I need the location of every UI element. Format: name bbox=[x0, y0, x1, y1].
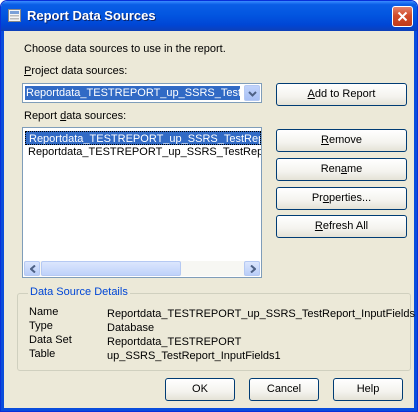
button-text: Ren bbox=[320, 163, 341, 175]
label-part: roject data sources: bbox=[31, 65, 128, 77]
project-sources-selected: Reportdata_TESTREPORT_up_SSRS_TestRep bbox=[25, 86, 240, 100]
label-part: Report bbox=[24, 110, 61, 122]
detail-name-value: Reportdata_TESTREPORT_up_SSRS_TestReport… bbox=[107, 308, 415, 320]
detail-type-value: Database bbox=[107, 322, 155, 334]
dropdown-button[interactable] bbox=[244, 85, 260, 101]
window-title: Report Data Sources bbox=[27, 8, 156, 23]
button-text: Pr bbox=[311, 192, 323, 204]
scroll-right-button[interactable] bbox=[244, 261, 260, 276]
remove-button[interactable]: Remove bbox=[276, 129, 407, 152]
list-item[interactable]: Reportdata_TESTREPORT_up_SSRS_TestReport bbox=[25, 131, 261, 145]
button-text: me bbox=[347, 163, 363, 175]
window-border-left bbox=[1, 31, 4, 411]
detail-dataset-label: Data Set bbox=[29, 334, 72, 346]
horizontal-scrollbar[interactable] bbox=[24, 261, 260, 276]
label-part: ata sources: bbox=[66, 110, 127, 122]
report-sources-list[interactable]: Reportdata_TESTREPORT_up_SSRS_TestReport… bbox=[22, 127, 262, 278]
button-text: perties... bbox=[328, 192, 372, 204]
window-border-bottom bbox=[1, 408, 417, 411]
arrow-left-icon bbox=[30, 265, 36, 273]
cancel-button[interactable]: Cancel bbox=[249, 378, 319, 401]
rename-button[interactable]: Rename bbox=[276, 158, 407, 181]
instruction-text: Choose data sources to use in the report… bbox=[24, 43, 226, 55]
detail-type-label: Type bbox=[29, 320, 53, 332]
button-accesskey: A bbox=[307, 88, 315, 100]
close-button[interactable] bbox=[392, 6, 413, 27]
report-sources-label: Report data sources: bbox=[24, 110, 126, 122]
project-sources-dropdown[interactable]: Reportdata_TESTREPORT_up_SSRS_TestRep bbox=[22, 83, 262, 103]
data-sources-icon bbox=[8, 9, 21, 22]
detail-table-label: Table bbox=[29, 348, 56, 360]
scroll-left-button[interactable] bbox=[24, 261, 40, 276]
button-accesskey: R bbox=[321, 134, 329, 146]
data-source-details-title: Data Source Details bbox=[28, 286, 130, 298]
detail-dataset-value: Reportdata_TESTREPORT bbox=[107, 336, 242, 348]
refresh-all-button[interactable]: Refresh All bbox=[276, 215, 407, 238]
list-item[interactable]: Reportdata_TESTREPORT_up_SSRS_TestRepor bbox=[25, 145, 261, 159]
close-icon bbox=[397, 11, 408, 22]
properties-button[interactable]: Properties... bbox=[276, 187, 407, 210]
add-to-report-button[interactable]: Add to Report bbox=[276, 83, 407, 106]
button-accesskey: R bbox=[314, 220, 323, 232]
button-text: emove bbox=[328, 134, 362, 146]
scroll-thumb[interactable] bbox=[41, 261, 181, 276]
button-text: dd to Report bbox=[314, 88, 376, 100]
detail-name-label: Name bbox=[29, 306, 59, 318]
help-button[interactable]: Help bbox=[333, 378, 403, 401]
project-sources-label: Project data sources: bbox=[24, 65, 127, 77]
ok-button[interactable]: OK bbox=[165, 378, 235, 401]
window-border-right bbox=[414, 31, 417, 411]
title-bar[interactable]: Report Data Sources bbox=[1, 1, 417, 31]
arrow-right-icon bbox=[250, 265, 256, 273]
detail-table-value: up_SSRS_TestReport_InputFields1 bbox=[107, 350, 281, 362]
report-data-sources-dialog: Report Data Sources Choose data sources … bbox=[0, 0, 418, 412]
button-text: efresh All bbox=[322, 220, 369, 232]
chevron-down-icon bbox=[248, 91, 257, 97]
